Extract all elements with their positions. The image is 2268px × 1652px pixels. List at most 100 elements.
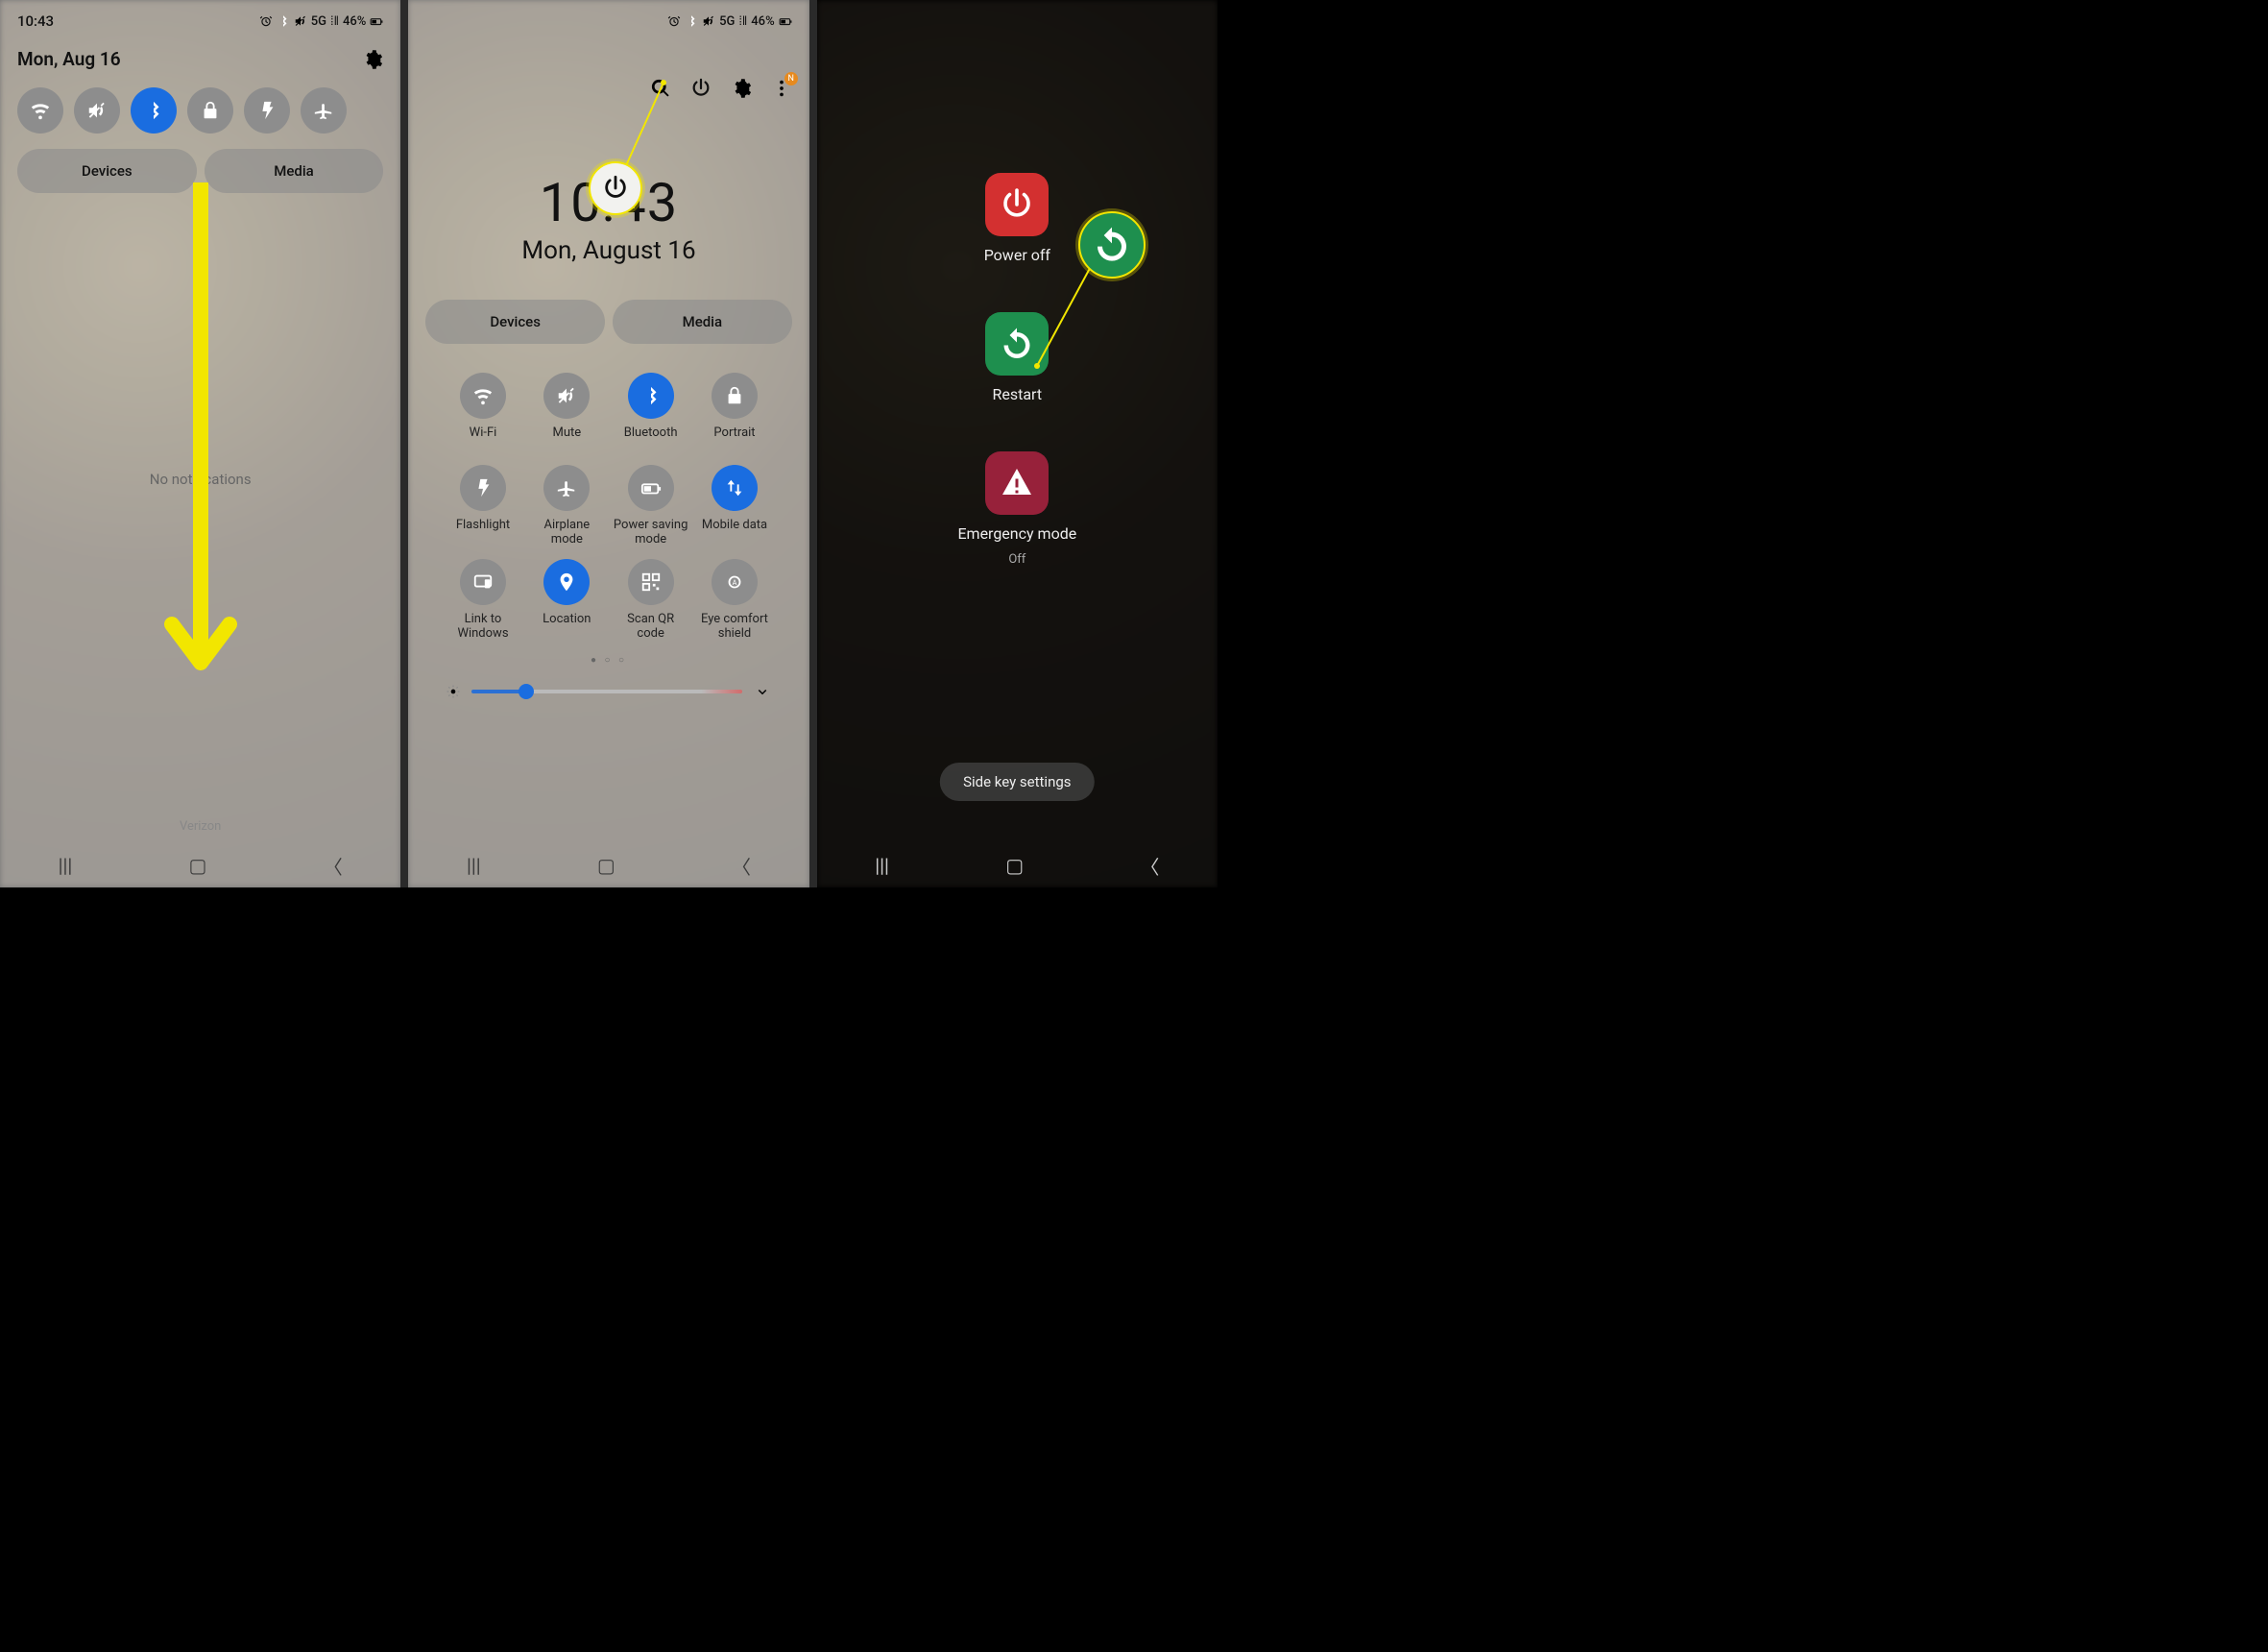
expand-brightness-icon[interactable] — [754, 683, 771, 700]
airplane-toggle[interactable] — [301, 87, 347, 134]
wifi-icon — [30, 100, 51, 121]
restart-highlight — [1078, 211, 1146, 279]
gear-icon — [731, 78, 752, 99]
recents-button[interactable]: ||| — [59, 854, 73, 877]
overflow-menu-button[interactable]: N — [771, 78, 792, 99]
qs-tile-label: Bluetooth — [624, 426, 678, 453]
power-off-label: Power off — [984, 246, 1050, 264]
side-key-settings-button[interactable]: Side key settings — [940, 763, 1094, 801]
qs-tile-label: Mute — [552, 426, 581, 453]
power-icon — [1000, 187, 1034, 222]
bluetooth-icon — [143, 100, 164, 121]
back-button[interactable]: 〈 — [1140, 852, 1159, 880]
qs-tile-portrait[interactable]: Portrait — [696, 373, 772, 453]
home-button[interactable]: ▢ — [1005, 854, 1024, 877]
qs-tile-label: Power saving mode — [613, 519, 688, 547]
qs-tile-qr[interactable]: Scan QR code — [613, 559, 688, 642]
qs-tile-label: Wi-Fi — [470, 426, 497, 453]
qs-tile-label: Eye comfort shield — [696, 613, 772, 642]
emergency-state: Off — [1008, 552, 1025, 567]
qs-tile-linkwin[interactable]: Link to Windows — [445, 559, 520, 642]
brightness-row — [425, 683, 791, 700]
qr-icon — [640, 571, 662, 593]
qs-tile-airplane[interactable]: Airplane mode — [529, 465, 605, 547]
brightness-icon — [446, 685, 460, 698]
recents-button[interactable]: ||| — [875, 854, 889, 877]
qs-tile-eyecomfort[interactable]: Eye comfort shield — [696, 559, 772, 642]
mobiledata-icon — [724, 477, 745, 498]
clock-date: Mon, August 16 — [425, 236, 791, 265]
power-button-highlight — [589, 161, 642, 215]
airplane-icon — [556, 477, 577, 498]
mute-icon — [556, 385, 577, 406]
qs-tile-mobiledata[interactable]: Mobile data — [696, 465, 772, 547]
flashlight-icon — [256, 100, 277, 121]
status-time: 10:43 — [17, 12, 54, 30]
swipe-down-arrow-annotation — [157, 182, 244, 701]
restart-label: Restart — [993, 385, 1043, 403]
powersave-icon — [640, 477, 662, 498]
qs-tile-mute[interactable]: Mute — [529, 373, 605, 453]
restart-button[interactable]: Restart — [985, 312, 1049, 403]
home-button[interactable]: ▢ — [189, 854, 207, 877]
recents-button[interactable]: ||| — [467, 854, 481, 877]
nav-bar: ||| ▢ 〈 — [0, 843, 400, 887]
mute-toggle[interactable] — [74, 87, 120, 134]
carrier-label: Verizon — [0, 819, 400, 834]
back-button[interactable]: 〈 — [324, 852, 343, 880]
qs-tile-location[interactable]: Location — [529, 559, 605, 642]
settings-gear-icon[interactable] — [362, 49, 383, 70]
wifi-icon — [472, 385, 494, 406]
alarm-icon — [259, 14, 273, 28]
battery-icon — [779, 14, 792, 28]
flashlight-toggle[interactable] — [244, 87, 290, 134]
alarm-icon — [667, 14, 681, 28]
media-button[interactable]: Media — [613, 300, 792, 344]
bluetooth-status-icon — [685, 14, 698, 28]
devices-button[interactable]: Devices — [425, 300, 605, 344]
network-label: 5G — [311, 14, 326, 29]
restart-icon — [1093, 226, 1131, 264]
mute-icon — [86, 100, 108, 121]
battery-icon — [370, 14, 383, 28]
qs-tile-label: Flashlight — [456, 519, 510, 546]
qs-tile-bluetooth[interactable]: Bluetooth — [613, 373, 688, 453]
bluetooth-toggle[interactable] — [131, 87, 177, 134]
nav-bar: ||| ▢ 〈 — [817, 843, 1218, 887]
qs-tile-wifi[interactable]: Wi-Fi — [445, 373, 520, 453]
search-icon — [650, 78, 671, 99]
power-icon — [602, 175, 629, 202]
power-button[interactable] — [690, 78, 712, 99]
nav-bar: ||| ▢ 〈 — [408, 843, 808, 887]
qs-tile-flashlight[interactable]: Flashlight — [445, 465, 520, 547]
lock-icon — [200, 100, 221, 121]
notification-badge: N — [784, 72, 798, 85]
restart-icon — [1000, 327, 1034, 361]
portrait-icon — [724, 385, 745, 406]
back-button[interactable]: 〈 — [732, 852, 751, 880]
rotation-lock-toggle[interactable] — [187, 87, 233, 134]
signal-icon: ⁞‖ — [330, 13, 339, 29]
eyecomfort-icon — [724, 571, 745, 593]
power-icon — [690, 78, 712, 99]
battery-pct: 46% — [343, 14, 366, 29]
battery-pct: 46% — [751, 14, 774, 29]
home-button[interactable]: ▢ — [597, 854, 615, 877]
qs-tile-label: Portrait — [713, 426, 755, 453]
page-indicator: ● ○ ○ — [425, 655, 791, 666]
flashlight-icon — [472, 477, 494, 498]
search-button[interactable] — [650, 78, 671, 99]
power-off-button[interactable]: Power off — [984, 173, 1050, 264]
qs-tile-powersave[interactable]: Power saving mode — [613, 465, 688, 547]
emergency-mode-button[interactable]: Emergency mode Off — [957, 451, 1076, 567]
location-icon — [556, 571, 577, 593]
qs-tile-label: Link to Windows — [445, 613, 520, 642]
brightness-slider[interactable] — [471, 690, 741, 693]
qs-tile-label: Mobile data — [702, 519, 767, 546]
wifi-toggle[interactable] — [17, 87, 63, 134]
settings-button[interactable] — [731, 78, 752, 99]
brightness-thumb[interactable] — [519, 684, 534, 699]
panel-date: Mon, Aug 16 — [17, 48, 121, 70]
qs-tile-label: Airplane mode — [529, 519, 605, 547]
emergency-label: Emergency mode — [957, 524, 1076, 543]
